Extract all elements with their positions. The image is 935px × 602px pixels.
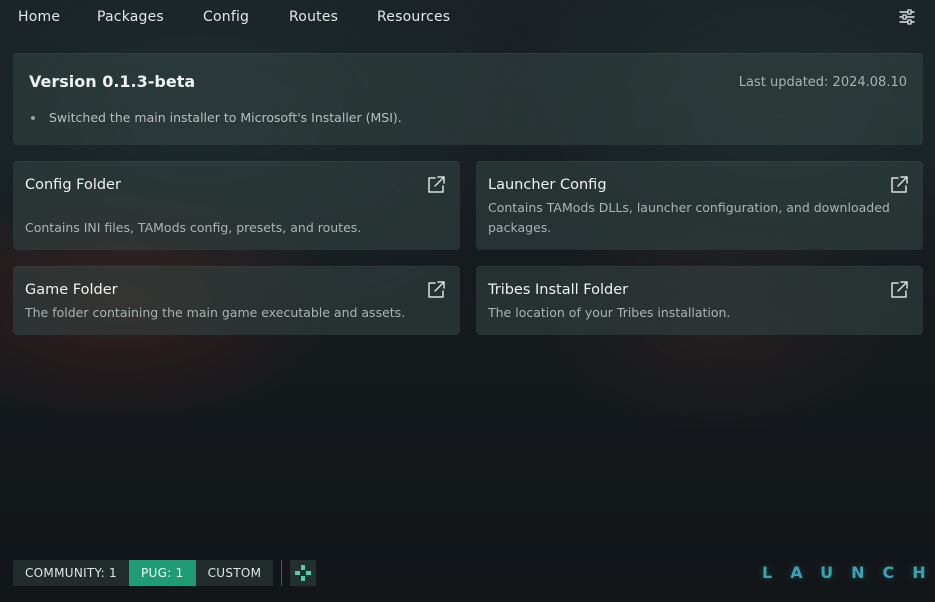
nav-routes[interactable]: Routes [289, 9, 338, 25]
tribes-install-folder-card[interactable]: Tribes Install Folder The location of yo… [476, 266, 923, 335]
card-description: The folder containing the main game exec… [25, 305, 406, 320]
nav-home[interactable]: Home [18, 9, 60, 25]
version-title: Version 0.1.3-beta [29, 72, 196, 91]
changelog-list: Switched the main installer to Microsoft… [29, 110, 402, 125]
nav-config[interactable]: Config [203, 9, 249, 25]
game-folder-card[interactable]: Game Folder The folder containing the ma… [13, 266, 460, 335]
custom-tab[interactable]: CUSTOM [195, 560, 274, 586]
launch-button[interactable]: LAUNCH [762, 563, 935, 582]
card-title: Config Folder [25, 177, 121, 193]
card-description: The location of your Tribes installation… [488, 305, 731, 320]
pug-tab[interactable]: PUG: 1 [129, 560, 196, 586]
server-filter-bar: COMMUNITY: 1 PUG: 1 CUSTOM [13, 560, 317, 586]
card-title: Game Folder [25, 282, 118, 298]
config-folder-card[interactable]: Config Folder Contains INI files, TAMods… [13, 161, 460, 250]
divider [281, 560, 283, 586]
external-link-icon[interactable] [889, 175, 909, 195]
nav-packages[interactable]: Packages [97, 9, 164, 25]
last-updated: Last updated: 2024.08.10 [738, 75, 907, 90]
top-nav: Home Packages Config Routes Resources [0, 0, 935, 35]
external-link-icon[interactable] [426, 175, 446, 195]
card-description: Contains TAMods DLLs, launcher configura… [488, 200, 890, 235]
community-tab[interactable]: COMMUNITY: 1 [13, 560, 129, 586]
version-panel: Version 0.1.3-beta Last updated: 2024.08… [13, 53, 923, 145]
card-title: Launcher Config [488, 177, 607, 193]
external-link-icon[interactable] [889, 280, 909, 300]
gamepad-button[interactable] [290, 560, 317, 586]
changelog-text: Switched the main installer to Microsoft… [49, 110, 402, 125]
external-link-icon[interactable] [426, 280, 446, 300]
nav-resources[interactable]: Resources [377, 9, 450, 25]
sliders-icon[interactable] [898, 8, 916, 26]
card-title: Tribes Install Folder [488, 282, 629, 298]
changelog-item: Switched the main installer to Microsoft… [29, 110, 402, 125]
gamepad-icon [295, 565, 312, 581]
bullet-icon [31, 116, 35, 120]
card-description: Contains INI files, TAMods config, prese… [25, 220, 362, 235]
launcher-config-card[interactable]: Launcher Config Contains TAMods DLLs, la… [476, 161, 923, 250]
